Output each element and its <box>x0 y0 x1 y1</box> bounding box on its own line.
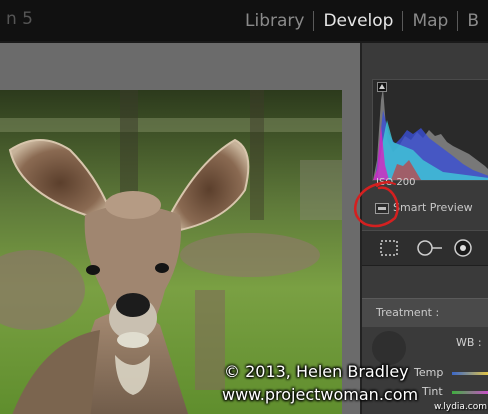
spot-removal-icon[interactable] <box>416 238 442 258</box>
annotation-circle <box>354 180 399 228</box>
tab-library[interactable]: Library <box>236 11 313 31</box>
red-eye-icon[interactable] <box>452 238 474 258</box>
temp-label: Temp <box>414 366 444 379</box>
deer-photo <box>0 90 342 414</box>
temp-slider[interactable] <box>452 372 488 375</box>
tab-develop[interactable]: Develop <box>314 11 402 31</box>
treatment-label: Treatment : <box>376 306 440 319</box>
tint-label: Tint <box>422 385 443 398</box>
crop-icon[interactable] <box>378 238 400 258</box>
histogram-graph <box>373 88 488 180</box>
wb-label: WB : <box>456 336 482 349</box>
tool-strip <box>362 230 488 266</box>
histogram-panel[interactable] <box>372 79 488 181</box>
shadow-clipping-toggle-icon[interactable] <box>377 82 387 92</box>
tab-book[interactable]: B <box>458 11 488 31</box>
white-balance-dropper-icon[interactable] <box>372 331 406 365</box>
module-picker-bar: n 5 Library Develop Map B <box>0 0 488 41</box>
app-version-label: n 5 <box>6 9 33 29</box>
tint-slider[interactable] <box>452 391 488 394</box>
image-canvas[interactable] <box>0 43 360 414</box>
tab-map[interactable]: Map <box>403 11 457 31</box>
basic-panel-header: Treatment : <box>362 298 488 327</box>
smart-preview-label: Smart Preview <box>393 201 473 214</box>
photo-preview[interactable] <box>0 90 342 414</box>
module-tabs: Library Develop Map B <box>236 9 488 33</box>
